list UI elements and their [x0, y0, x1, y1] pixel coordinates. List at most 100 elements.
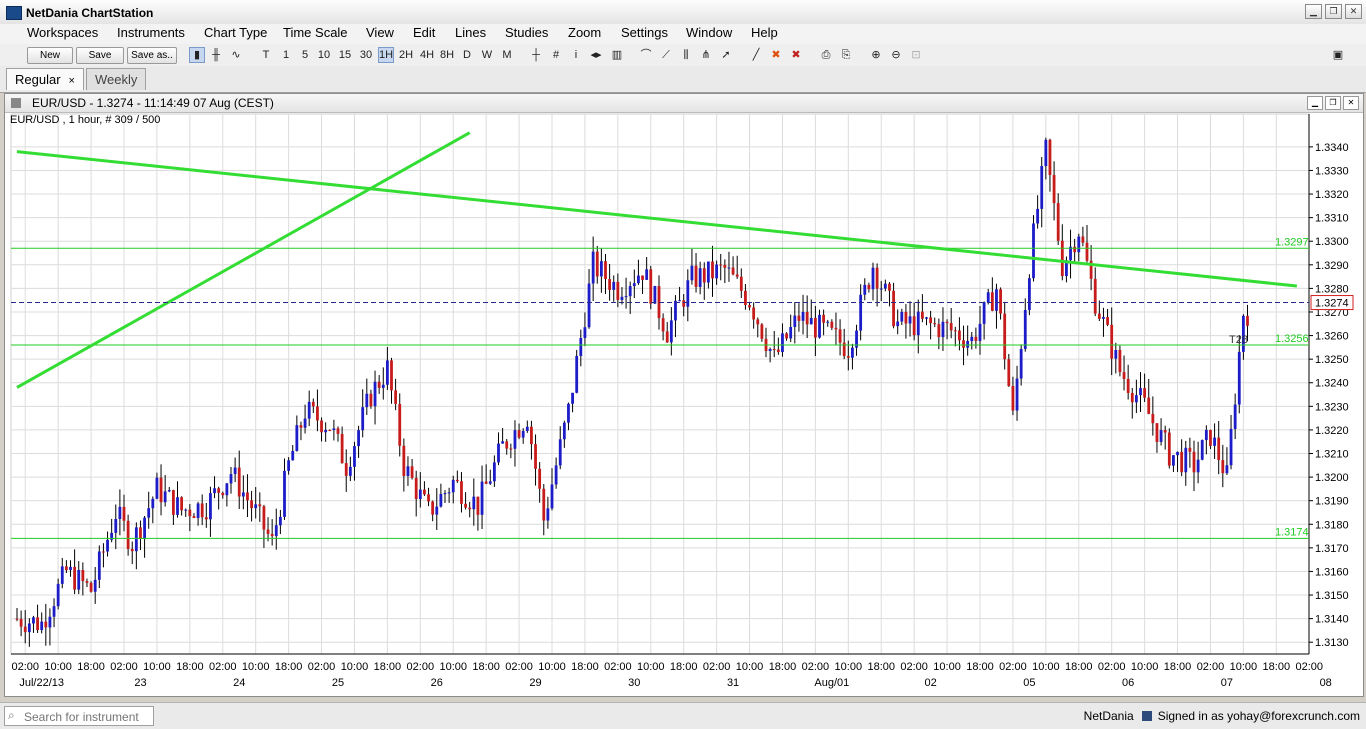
cursor-icon[interactable]: ➚ [718, 47, 734, 63]
candle-body [1130, 392, 1134, 403]
zoom-reset-icon[interactable]: ⊡ [908, 47, 924, 63]
timeframe-t-button[interactable]: T [258, 47, 274, 63]
timeframe-2h-button[interactable]: 2H [398, 47, 414, 63]
price-chart[interactable]: 02:00 10:00 18:00 02:00 10:00 18:00 02:00 10:00… [5, 112, 1363, 696]
fan-icon[interactable]: ⋔ [698, 47, 714, 63]
timeframe-w-button[interactable]: W [479, 47, 495, 63]
candle-body [999, 289, 1002, 314]
candle-body [69, 566, 72, 571]
print-icon[interactable]: ⎙ [818, 47, 834, 63]
candle-body [274, 525, 278, 537]
menu-workspaces[interactable]: Workspaces [27, 25, 98, 40]
candle-body [789, 326, 793, 339]
fibonacci-icon[interactable]: ⫼ [678, 47, 694, 63]
timeframe-8h-button[interactable]: 8H [439, 47, 455, 63]
x-time-label: 10:00 [835, 661, 863, 673]
delete-icon[interactable]: ✖ [768, 47, 784, 63]
timeframe-15-button[interactable]: 15 [337, 47, 353, 63]
chart-minimize-icon[interactable]: ▁ [1307, 96, 1323, 110]
panel-toggle-icon[interactable]: ▣ [1330, 47, 1346, 63]
candle-body [1106, 317, 1109, 325]
timeframe-10-button[interactable]: 10 [316, 47, 332, 63]
delete-all-icon[interactable]: ✖ [788, 47, 804, 63]
minimize-icon[interactable]: ▁ [1305, 4, 1322, 19]
menu-time-scale[interactable]: Time Scale [283, 25, 348, 40]
info-icon[interactable]: i [568, 47, 584, 63]
zoom-out-icon[interactable]: ⊖ [888, 47, 904, 63]
candle-body [937, 324, 941, 338]
candle-body [143, 517, 146, 540]
y-tick-label: 1.3290 [1315, 260, 1349, 272]
grid-icon[interactable]: # [548, 47, 564, 63]
tab-regular[interactable]: Regular × [6, 68, 84, 90]
candlestick-chart-icon[interactable]: ▮ [189, 47, 205, 63]
chart-close-icon[interactable]: ✕ [1343, 96, 1359, 110]
save-button[interactable]: Save [76, 47, 124, 64]
menu-settings[interactable]: Settings [621, 25, 668, 40]
y-tick-label: 1.3140 [1315, 614, 1349, 626]
menu-zoom[interactable]: Zoom [568, 25, 601, 40]
search-input[interactable] [22, 708, 154, 725]
menu-instruments[interactable]: Instruments [117, 25, 185, 40]
candle-body [254, 504, 258, 509]
menu-view[interactable]: View [366, 25, 394, 40]
candle-body [834, 327, 838, 330]
tab-weekly[interactable]: Weekly [86, 68, 147, 90]
menu-chart-type[interactable]: Chart Type [204, 25, 267, 40]
candle-body [587, 283, 591, 328]
chart-info-label: EUR/USD , 1 hour, # 309 / 500 [10, 114, 160, 126]
candle-body [19, 618, 23, 627]
candle-body [706, 261, 710, 283]
candle-body [669, 320, 673, 343]
candle-body [390, 360, 393, 391]
candle-body [970, 336, 974, 342]
draw-line-icon[interactable]: ╱ [748, 47, 764, 63]
app-title: NetDania ChartStation [26, 6, 154, 20]
zoom-in-icon[interactable]: ⊕ [868, 47, 884, 63]
menu-lines[interactable]: Lines [455, 25, 486, 40]
print-preview-icon[interactable]: ⎘ [838, 47, 854, 63]
menu-edit[interactable]: Edit [413, 25, 435, 40]
candle-body [492, 462, 496, 482]
bar-chart-icon[interactable]: ╫ [208, 47, 224, 63]
candle-body [929, 317, 933, 324]
search-icon: ⌕ [8, 708, 15, 722]
candle-body [818, 314, 821, 338]
x-date-label: 30 [628, 677, 640, 689]
volume-icon[interactable]: ▥ [609, 47, 625, 63]
menu-window[interactable]: Window [686, 25, 732, 40]
timeframe-m-button[interactable]: M [499, 47, 515, 63]
timeframe-1-button[interactable]: 1 [278, 47, 294, 63]
menu-studies[interactable]: Studies [505, 25, 548, 40]
bell-curve-icon[interactable]: ⌒ [638, 47, 654, 63]
trendline-icon[interactable]: ⟋ [658, 47, 674, 63]
candle-body [1139, 388, 1142, 396]
restore-icon[interactable]: ❐ [1325, 4, 1342, 19]
scroll-icon[interactable]: ◂▸ [588, 47, 604, 63]
menu-help[interactable]: Help [751, 25, 778, 40]
timeframe-4h-button[interactable]: 4H [419, 47, 435, 63]
candle-body [1163, 430, 1167, 433]
timeframe-5-button[interactable]: 5 [297, 47, 313, 63]
timeframe-30-button[interactable]: 30 [358, 47, 374, 63]
timeframe-d-button[interactable]: D [459, 47, 475, 63]
tab-close-icon[interactable]: × [69, 75, 75, 87]
close-icon[interactable]: ✕ [1345, 4, 1362, 19]
x-time-label: 10:00 [538, 661, 566, 673]
candle-body [962, 340, 965, 348]
x-time-label: 02:00 [505, 661, 533, 673]
timeframe-1h-button[interactable]: 1H [378, 47, 394, 63]
save-as-button[interactable]: Save as.. [127, 47, 177, 64]
line-chart-icon[interactable]: ∿ [228, 47, 244, 63]
candle-body [513, 430, 517, 449]
instrument-search[interactable]: ⌕ [4, 706, 154, 726]
x-date-label: 29 [529, 677, 541, 689]
candle-body [15, 618, 19, 620]
candle-body [385, 360, 389, 385]
crosshair-icon[interactable]: ┼ [528, 47, 544, 63]
new-button[interactable]: New [27, 47, 73, 64]
candle-body [423, 489, 426, 495]
x-time-label: 10:00 [1032, 661, 1060, 673]
chart-restore-icon[interactable]: ❐ [1325, 96, 1341, 110]
candle-body [1118, 350, 1122, 373]
